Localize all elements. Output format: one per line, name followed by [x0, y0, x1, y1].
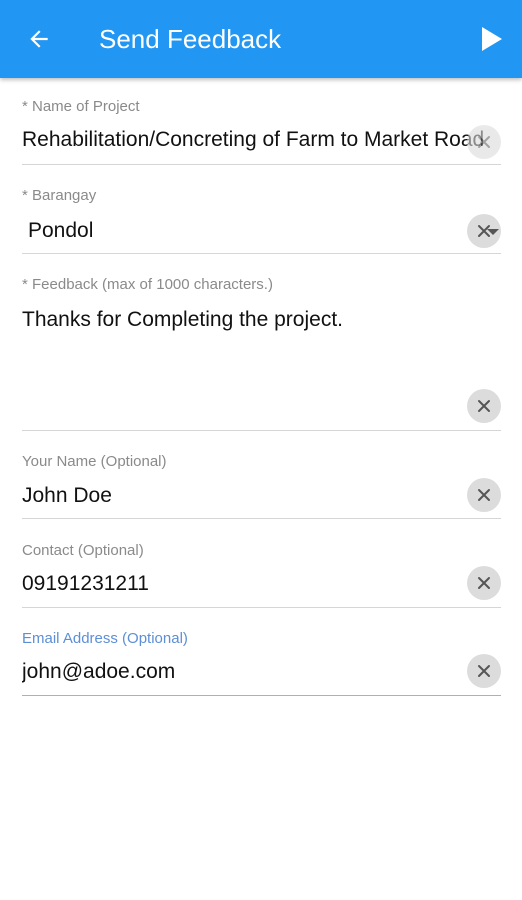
barangay-field[interactable]: * Barangay Pondol [22, 187, 501, 255]
feedback-label: * Feedback (max of 1000 characters.) [22, 276, 273, 293]
arrow-back-icon [30, 30, 48, 48]
your-name-label: Your Name (Optional) [22, 453, 167, 470]
project-name-label: * Name of Project [22, 98, 140, 115]
email-field[interactable]: Email Address (Optional) john@adoe.com [22, 630, 501, 697]
close-icon [478, 577, 490, 589]
barangay-select[interactable]: Pondol [28, 219, 93, 243]
feedback-underline [22, 430, 501, 431]
project-name-field[interactable]: * Name of Project Rehabilitation/Concret… [22, 98, 501, 166]
project-underline [22, 164, 501, 165]
barangay-label: * Barangay [22, 187, 97, 204]
feedback-clear-button[interactable] [467, 389, 501, 423]
feedback-field[interactable]: * Feedback (max of 1000 characters.) Tha… [22, 276, 501, 432]
feedback-textarea[interactable]: Thanks for Completing the project. [22, 308, 462, 332]
contact-label: Contact (Optional) [22, 542, 144, 559]
your-name-field[interactable]: Your Name (Optional) John Doe [22, 453, 501, 520]
project-clear-button[interactable] [467, 125, 501, 159]
close-icon [478, 136, 490, 148]
email-underline [22, 695, 501, 696]
dropdown-arrow-icon[interactable] [487, 229, 499, 235]
contact-underline [22, 607, 501, 608]
back-button[interactable] [22, 22, 56, 56]
send-button[interactable] [474, 22, 508, 56]
email-input[interactable]: john@adoe.com [22, 660, 175, 684]
project-name-input[interactable]: Rehabilitation/Concreting of Farm to Mar… [22, 128, 501, 152]
name-underline [22, 518, 501, 519]
close-icon [478, 665, 490, 677]
email-clear-button[interactable] [467, 654, 501, 688]
barangay-underline [22, 253, 501, 254]
email-label: Email Address (Optional) [22, 630, 188, 647]
send-play-icon [482, 27, 502, 51]
close-icon [478, 400, 490, 412]
contact-input[interactable]: 09191231211 [22, 572, 149, 596]
your-name-input[interactable]: John Doe [22, 484, 112, 508]
name-clear-button[interactable] [467, 478, 501, 512]
contact-field[interactable]: Contact (Optional) 09191231211 [22, 542, 501, 609]
close-icon [478, 489, 490, 501]
contact-clear-button[interactable] [467, 566, 501, 600]
page-title: Send Feedback [99, 24, 282, 54]
app-bar: Send Feedback [0, 0, 522, 78]
